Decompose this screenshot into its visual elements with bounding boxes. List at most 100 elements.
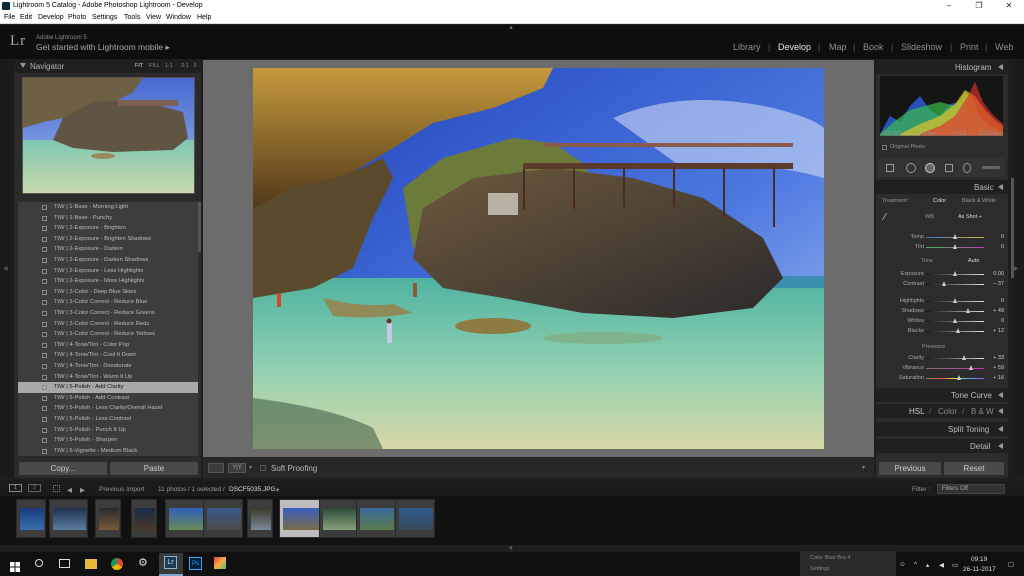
menu-window[interactable]: Window bbox=[166, 12, 191, 24]
filmstrip-thumbnail[interactable] bbox=[247, 499, 273, 538]
person-icon[interactable]: ☺ bbox=[899, 561, 906, 568]
tray-overflow-icon[interactable]: ^ bbox=[914, 561, 917, 568]
slider-track[interactable] bbox=[926, 283, 984, 285]
slider-value[interactable]: 0 bbox=[984, 316, 1004, 326]
notification-icon[interactable]: ▭ bbox=[952, 561, 958, 569]
filmstrip-thumbnail[interactable] bbox=[165, 499, 205, 538]
preset-item[interactable]: TtW | 4-Tone/Tint - Desaturate bbox=[18, 361, 198, 372]
main-window-button[interactable]: 1 bbox=[9, 484, 22, 492]
preset-item[interactable]: TtW | 4-Tone/Tint - Warm It Up bbox=[18, 372, 198, 383]
preset-item[interactable]: TtW | 2-Exposure - Brighten Shadows bbox=[18, 234, 198, 245]
slider-shadows[interactable]: Shadows + 49 bbox=[876, 306, 1008, 316]
main-photo[interactable] bbox=[253, 68, 824, 449]
minimize-button[interactable]: – bbox=[934, 0, 964, 12]
menu-view[interactable]: View bbox=[146, 12, 161, 24]
filmstrip-thumbnail[interactable] bbox=[49, 499, 88, 538]
basic-collapse-icon[interactable] bbox=[998, 184, 1003, 190]
filmstrip-thumbnail-selected[interactable] bbox=[279, 499, 322, 538]
preset-item[interactable]: TtW | 5-Polish - Add Contrast bbox=[18, 393, 198, 404]
slider-value[interactable]: + 16 bbox=[984, 373, 1004, 383]
left-collapse-arrow-icon[interactable]: ◀ bbox=[3, 265, 8, 272]
preset-item[interactable]: TtW | 5-Polish - Punch It Up bbox=[18, 425, 198, 436]
clock-time[interactable]: 09:19 bbox=[971, 556, 987, 563]
slider-value[interactable]: 0 bbox=[984, 242, 1004, 252]
preset-item[interactable]: TtW | 2-Exposure - Darken bbox=[18, 244, 198, 255]
second-window-button[interactable]: 2 bbox=[28, 484, 41, 492]
filmstrip-thumbnail[interactable] bbox=[95, 499, 121, 538]
preset-item[interactable]: TtW | 5-Polish - Less Clarity/Overall Ha… bbox=[18, 403, 198, 414]
action-center-icon[interactable]: ▢ bbox=[1008, 560, 1014, 568]
slider-knob[interactable] bbox=[952, 244, 957, 249]
preset-item[interactable]: TtW | 3-Color Correct - Reduce Greens bbox=[18, 308, 198, 319]
menu-edit[interactable]: Edit bbox=[20, 12, 32, 24]
filmstrip-thumbnail[interactable] bbox=[395, 499, 435, 538]
menu-develop[interactable]: Develop bbox=[38, 12, 64, 24]
slider-value[interactable]: 0 bbox=[984, 296, 1004, 306]
slider-knob[interactable] bbox=[955, 328, 960, 333]
treatment-color[interactable]: Color bbox=[933, 198, 946, 204]
filmstrip-thumbnail[interactable] bbox=[356, 499, 396, 538]
slider-knob[interactable] bbox=[966, 308, 971, 313]
preset-item[interactable]: TtW | 3-Color Correct - Reduce Reds bbox=[18, 319, 198, 330]
zoom-fit[interactable]: FIT bbox=[135, 63, 143, 69]
maximize-button[interactable]: ❐ bbox=[964, 0, 994, 12]
slider-value[interactable]: 0 bbox=[984, 232, 1004, 242]
filmstrip-thumbnail[interactable] bbox=[203, 499, 243, 538]
module-library[interactable]: Library bbox=[733, 42, 761, 52]
chrome-icon[interactable] bbox=[111, 558, 123, 570]
zoom-fill[interactable]: FILL bbox=[149, 63, 160, 69]
treatment-black-white[interactable]: Black & White bbox=[962, 198, 996, 204]
module-web[interactable]: Web bbox=[995, 42, 1013, 52]
slider-knob[interactable] bbox=[952, 234, 957, 239]
filter-select[interactable]: Filters Off bbox=[937, 484, 1005, 494]
volume-icon[interactable]: ◀ bbox=[939, 561, 944, 569]
before-after-button[interactable]: Y|Y bbox=[228, 463, 246, 473]
preset-item[interactable]: TtW | 2-Exposure - More Highlights bbox=[18, 276, 198, 287]
color-tab[interactable]: Color bbox=[938, 407, 957, 416]
soft-proofing-checkbox[interactable] bbox=[260, 465, 266, 471]
split-toning-collapse-icon[interactable] bbox=[998, 426, 1003, 432]
radial-filter-icon[interactable] bbox=[963, 163, 971, 173]
graduated-filter-icon[interactable] bbox=[945, 164, 953, 172]
original-photo-checkbox[interactable] bbox=[882, 145, 887, 150]
adjustment-brush-icon[interactable] bbox=[982, 166, 1000, 169]
menu-settings[interactable]: Settings bbox=[92, 12, 117, 24]
zoom-3-1[interactable]: 3:1 bbox=[181, 63, 189, 69]
slider-exposure[interactable]: Exposure 0.00 bbox=[876, 269, 1008, 279]
before-after-menu-icon[interactable]: ▾ bbox=[249, 464, 252, 471]
preset-item-selected[interactable]: TtW | 5-Polish - Add Clarity bbox=[18, 382, 198, 393]
module-slideshow[interactable]: Slideshow bbox=[901, 42, 942, 52]
slider-value[interactable]: – 37 bbox=[984, 279, 1004, 289]
right-collapse-arrow-icon[interactable]: ▶ bbox=[1014, 265, 1019, 272]
slider-track[interactable] bbox=[926, 367, 984, 369]
preset-item[interactable]: TtW | 1-Base - Punchy bbox=[18, 213, 198, 224]
slider-clarity[interactable]: Clarity + 33 bbox=[876, 353, 1008, 363]
preset-item[interactable]: TtW | 3-Color Correct - Reduce Yellows bbox=[18, 329, 198, 340]
slider-value[interactable]: + 33 bbox=[984, 353, 1004, 363]
detail-collapse-icon[interactable] bbox=[998, 443, 1003, 449]
preset-item[interactable]: TtW | 3-Color - Deep Blue Skies bbox=[18, 287, 198, 298]
module-book[interactable]: Book bbox=[863, 42, 884, 52]
slider-whites[interactable]: Whites 0 bbox=[876, 316, 1008, 326]
filmstrip-thumbnail[interactable] bbox=[131, 499, 157, 538]
navigator-collapse-icon[interactable] bbox=[20, 63, 26, 68]
preset-item[interactable]: TtW | 5-Polish - Less Contrast bbox=[18, 414, 198, 425]
file-explorer-icon[interactable] bbox=[85, 559, 97, 569]
slider-saturation[interactable]: Saturation + 16 bbox=[876, 373, 1008, 383]
menu-file[interactable]: File bbox=[4, 12, 15, 24]
slider-vibrance[interactable]: Vibrance + 59 bbox=[876, 363, 1008, 373]
tone-curve-collapse-icon[interactable] bbox=[998, 392, 1003, 398]
network-icon[interactable]: ▴ bbox=[926, 561, 929, 569]
slider-blacks[interactable]: Blacks + 12 bbox=[876, 326, 1008, 336]
preset-item[interactable]: TtW | 2-Exposure - Darken Shadows bbox=[18, 255, 198, 266]
zoom-1-1[interactable]: 1:1 bbox=[165, 63, 173, 69]
next-arrow-icon[interactable]: ▶ bbox=[80, 486, 85, 494]
slider-knob[interactable] bbox=[969, 365, 974, 370]
previous-arrow-icon[interactable]: ◀ bbox=[67, 486, 72, 494]
preset-item[interactable]: TtW | 3-Color Correct - Reduce Blue bbox=[18, 297, 198, 308]
lightroom-mobile-link[interactable]: Get started with Lightroom mobile ▸ bbox=[36, 42, 170, 53]
slider-track[interactable] bbox=[926, 310, 984, 312]
white-balance-picker-icon[interactable]: ⁄ bbox=[884, 212, 896, 224]
bw-tab[interactable]: B & W bbox=[971, 407, 994, 416]
search-icon[interactable] bbox=[35, 559, 43, 567]
